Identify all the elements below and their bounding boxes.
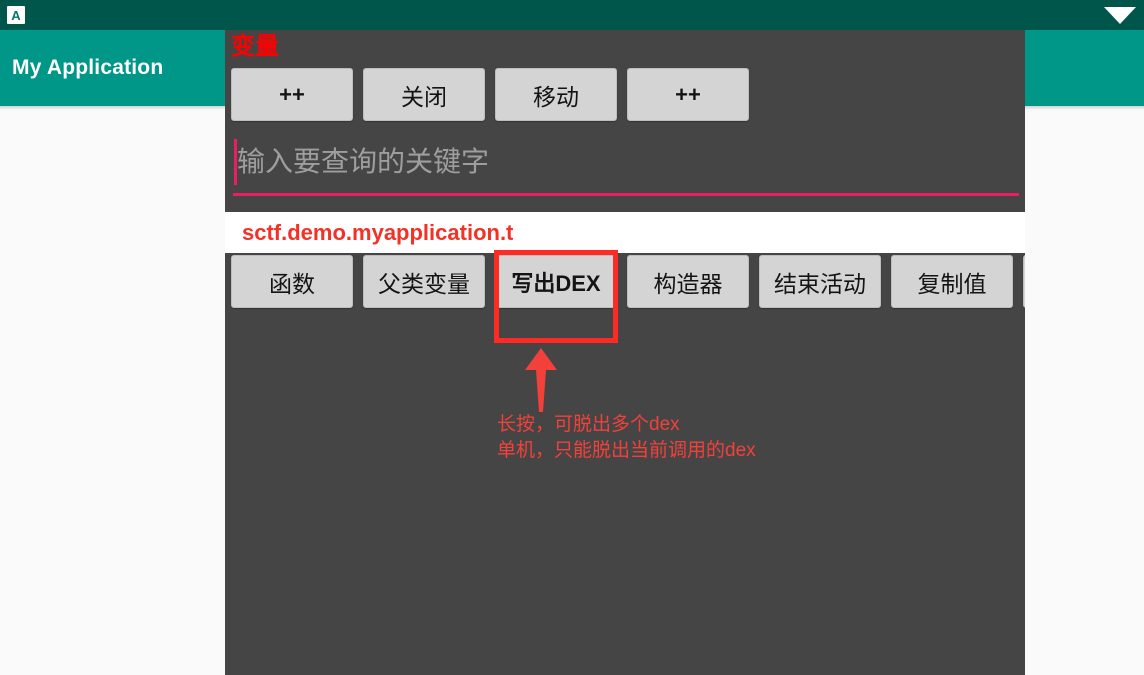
button-superclass-variables[interactable]: 父类变量: [363, 255, 485, 308]
app-bar-title: My Application: [12, 56, 164, 79]
wifi-triangle-icon: [1104, 7, 1136, 24]
button-copy-value[interactable]: 复制值: [891, 255, 1013, 308]
button-move[interactable]: 移动: [495, 68, 617, 121]
search-field-wrapper: [231, 135, 1019, 201]
button-dump-dex[interactable]: 写出DEX: [495, 255, 617, 308]
button-finish-activity[interactable]: 结束活动: [759, 255, 881, 308]
app-letter-a-icon: A: [7, 6, 25, 24]
floating-overlay-panel: 变量 ++ 关闭 移动 ++ sctf.demo.myapplication.t…: [225, 30, 1025, 675]
android-status-bar: A: [0, 0, 1144, 30]
result-class-name: sctf.demo.myapplication.t: [242, 219, 514, 245]
app-icon-glyph: A: [11, 7, 21, 23]
button-increment-left[interactable]: ++: [231, 68, 353, 121]
bottom-button-row: 函数 父类变量 写出DEX 构造器 结束活动 复制值: [225, 255, 1025, 308]
section-label-variables: 变量: [231, 33, 279, 60]
result-row[interactable]: sctf.demo.myapplication.t: [225, 212, 1025, 253]
top-button-row: ++ 关闭 移动 ++: [225, 68, 1025, 121]
search-underline: [233, 193, 1019, 196]
button-constructors[interactable]: 构造器: [627, 255, 749, 308]
button-close[interactable]: 关闭: [363, 68, 485, 121]
search-input[interactable]: [237, 135, 997, 189]
button-increment-right[interactable]: ++: [627, 68, 749, 121]
button-functions[interactable]: 函数: [231, 255, 353, 308]
button-overflow-partial[interactable]: [1023, 255, 1025, 308]
